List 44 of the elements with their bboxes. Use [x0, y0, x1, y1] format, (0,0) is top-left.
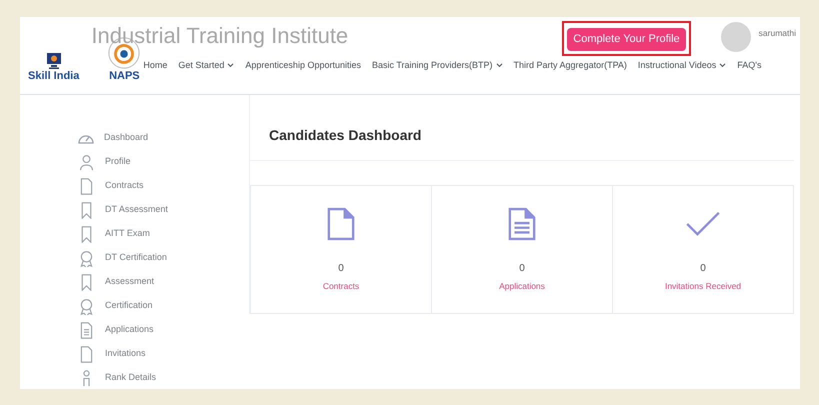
nav-link[interactable]: Get Started — [178, 59, 234, 72]
stat-link[interactable]: Contracts — [322, 280, 360, 293]
stat-count: 0 — [338, 262, 344, 276]
nav-link[interactable]: Apprenticeship Opportunities — [245, 59, 361, 72]
sidebar-item[interactable]: Assessment — [78, 273, 249, 291]
document-icon — [508, 206, 536, 242]
award-icon — [78, 298, 95, 314]
nav-link[interactable]: FAQ's — [737, 59, 762, 72]
dashboard-title: Candidates Dashboard — [250, 125, 794, 161]
chevron-down-icon — [719, 63, 726, 68]
stat-link[interactable]: Invitations Received — [664, 280, 742, 293]
sidebar-item[interactable]: Applications — [78, 321, 249, 339]
logo-text: NAPS — [109, 70, 140, 84]
sidebar-item[interactable]: DT Assessment — [78, 201, 249, 219]
gauge-icon — [78, 132, 94, 144]
nav-link[interactable]: Third Party Aggregator(TPA) — [514, 59, 627, 72]
file-icon — [327, 206, 355, 242]
chevron-down-icon — [227, 63, 234, 68]
complete-profile-button[interactable]: Complete Your Profile — [567, 28, 686, 50]
sidebar-item[interactable]: DT Certification — [78, 249, 249, 267]
user-icon — [78, 154, 95, 170]
stat-link[interactable]: Applications — [499, 280, 545, 293]
sidebar-item[interactable]: AITT Exam — [78, 225, 249, 243]
logo-text: Skill India — [28, 70, 80, 84]
document-icon — [78, 322, 95, 338]
file-icon — [78, 346, 95, 362]
sidebar-item[interactable]: Contracts — [78, 177, 249, 195]
monitor-icon — [46, 52, 62, 70]
sidebar-item[interactable]: Rank Details — [78, 369, 249, 387]
nav-link[interactable]: Home — [143, 59, 168, 72]
sidebar-item[interactable]: Profile — [78, 153, 249, 171]
chevron-down-icon — [496, 63, 503, 68]
avatar[interactable] — [720, 22, 751, 52]
user-name[interactable]: sarumathi — [758, 27, 796, 40]
award-icon — [78, 250, 95, 266]
file-icon — [78, 178, 95, 194]
site-title: Industrial Training Institute — [91, 22, 348, 50]
nav-link[interactable]: Basic Training Providers(BTP) — [372, 59, 503, 72]
stat-count: 0 — [519, 262, 525, 276]
stat-count: 0 — [700, 262, 706, 276]
sidebar-item[interactable]: Certification — [78, 297, 249, 315]
sidebar-item[interactable]: Dashboard — [78, 129, 249, 147]
sidebar-item[interactable]: Invitations — [78, 345, 249, 363]
nav-link[interactable]: Instructional Videos — [638, 59, 726, 72]
